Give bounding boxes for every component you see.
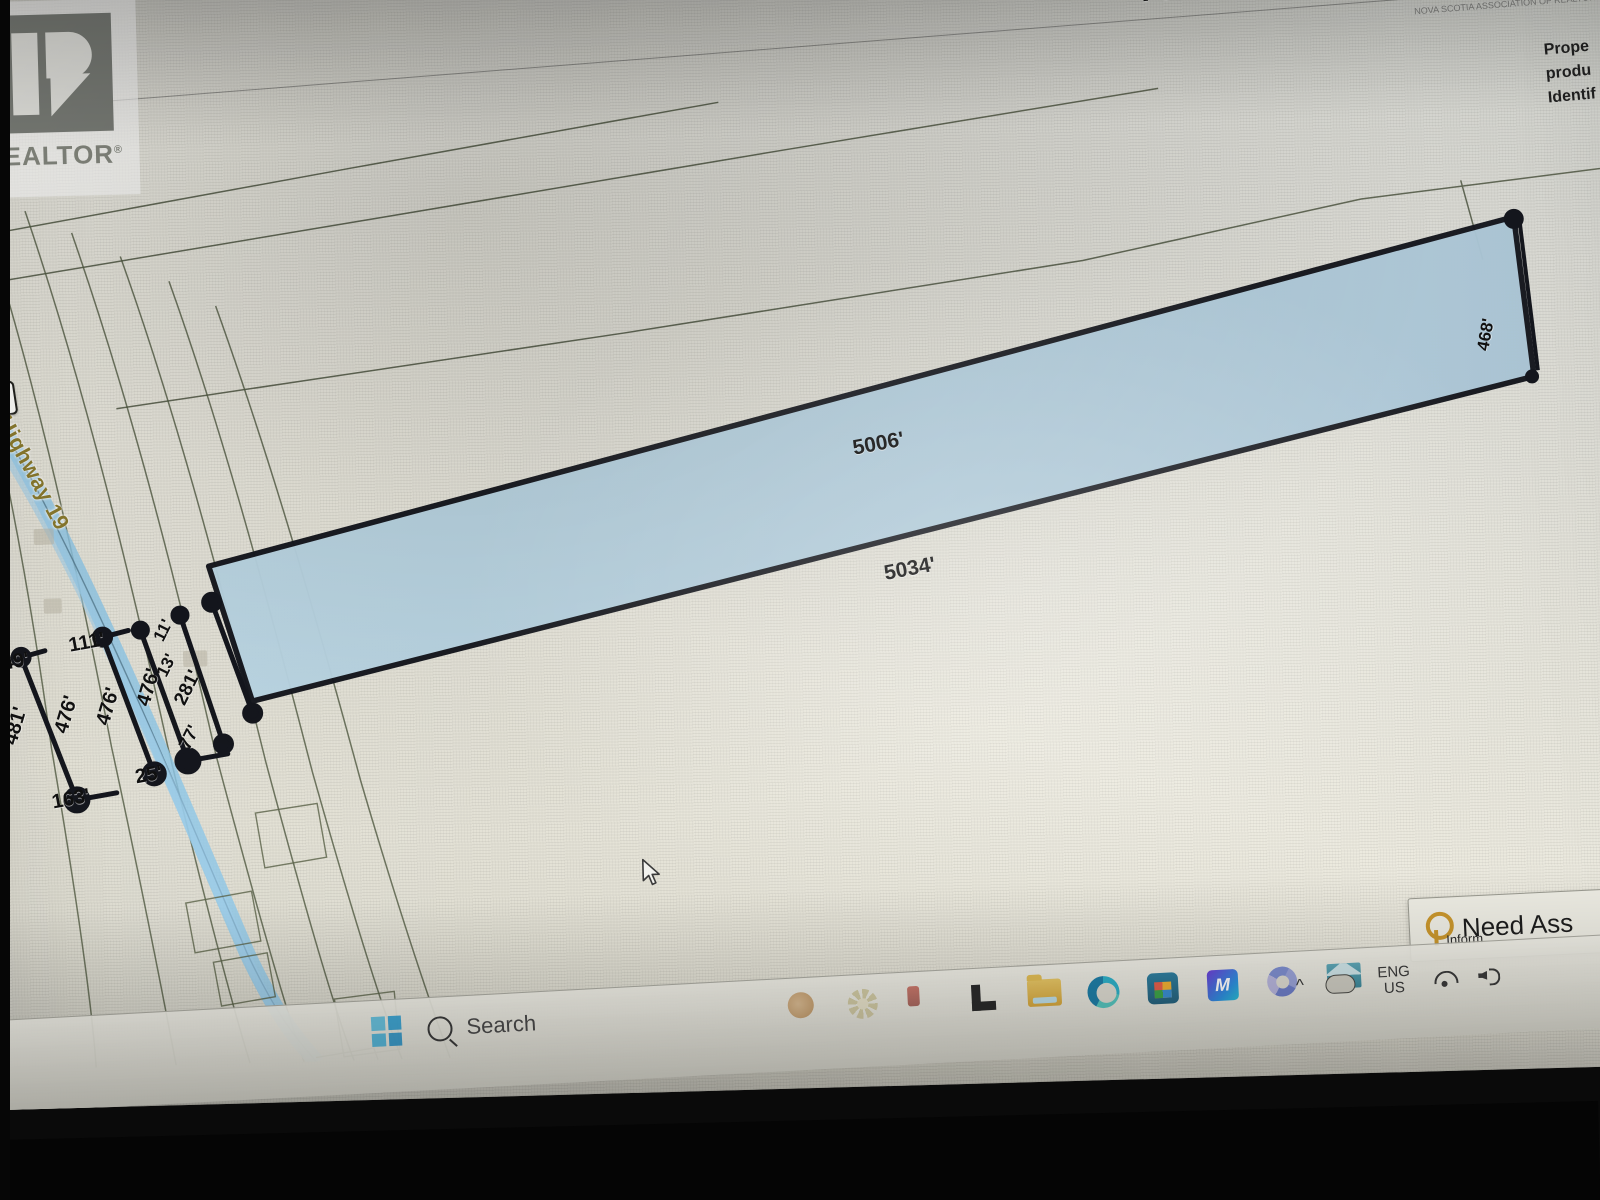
- search-placeholder: Search: [465, 1010, 537, 1039]
- wifi-icon[interactable]: [1432, 968, 1457, 987]
- taskbar-search[interactable]: Search: [426, 1010, 537, 1042]
- monitor-bezel-bottom: [0, 1100, 1600, 1200]
- win-tile-2: [387, 1015, 402, 1030]
- parcel-map[interactable]: 5006' 5034' 468' 149' 111' 481' 476' 476…: [0, 14, 1600, 1071]
- frontage-dimension-25: 25': [133, 761, 165, 789]
- search-icon: [426, 1015, 454, 1042]
- registered-mark: ®: [113, 143, 124, 157]
- right-side-panel: Prope produ Identif: [1543, 31, 1600, 110]
- screen-surface: 5006' 5034' 468' 149' 111' 481' 476' 476…: [0, 0, 1600, 1111]
- realtor-word: REALTOR: [0, 138, 115, 173]
- realtor-watermark-text: REALTOR®: [0, 138, 124, 173]
- file-explorer-icon[interactable]: [1026, 978, 1062, 1014]
- realtor-watermark: REALTOR®: [0, 0, 141, 199]
- matrix-app-icon[interactable]: M: [1206, 968, 1242, 1005]
- win-tile-4: [388, 1031, 403, 1047]
- tray-overflow-icon[interactable]: ^: [1295, 976, 1304, 996]
- cloud-icon[interactable]: [1325, 973, 1357, 994]
- microsoft-store-icon[interactable]: [1146, 972, 1182, 1008]
- map-vector-layer: [0, 87, 1600, 1068]
- realtor-r-logo-icon: [0, 12, 114, 134]
- monitor-bezel-left: [0, 0, 10, 1200]
- win-tile-3: [371, 1032, 386, 1048]
- monitor-photo: 5006' 5034' 468' 149' 111' 481' 476' 476…: [0, 0, 1600, 1200]
- volume-icon[interactable]: [1478, 966, 1501, 985]
- red-app-icon[interactable]: [906, 985, 943, 1021]
- l-shape-app-icon[interactable]: [967, 982, 1003, 1018]
- realtor-r-leg: [50, 73, 92, 117]
- virus-icon[interactable]: [846, 988, 883, 1024]
- widgets-icon[interactable]: [786, 991, 823, 1027]
- win-tile-1: [370, 1016, 385, 1031]
- windows-start-button[interactable]: [370, 1015, 403, 1048]
- language-indicator[interactable]: ENG US: [1377, 963, 1411, 998]
- microsoft-edge-icon[interactable]: [1086, 975, 1122, 1011]
- language-secondary: US: [1383, 979, 1406, 998]
- mouse-cursor: [641, 858, 664, 894]
